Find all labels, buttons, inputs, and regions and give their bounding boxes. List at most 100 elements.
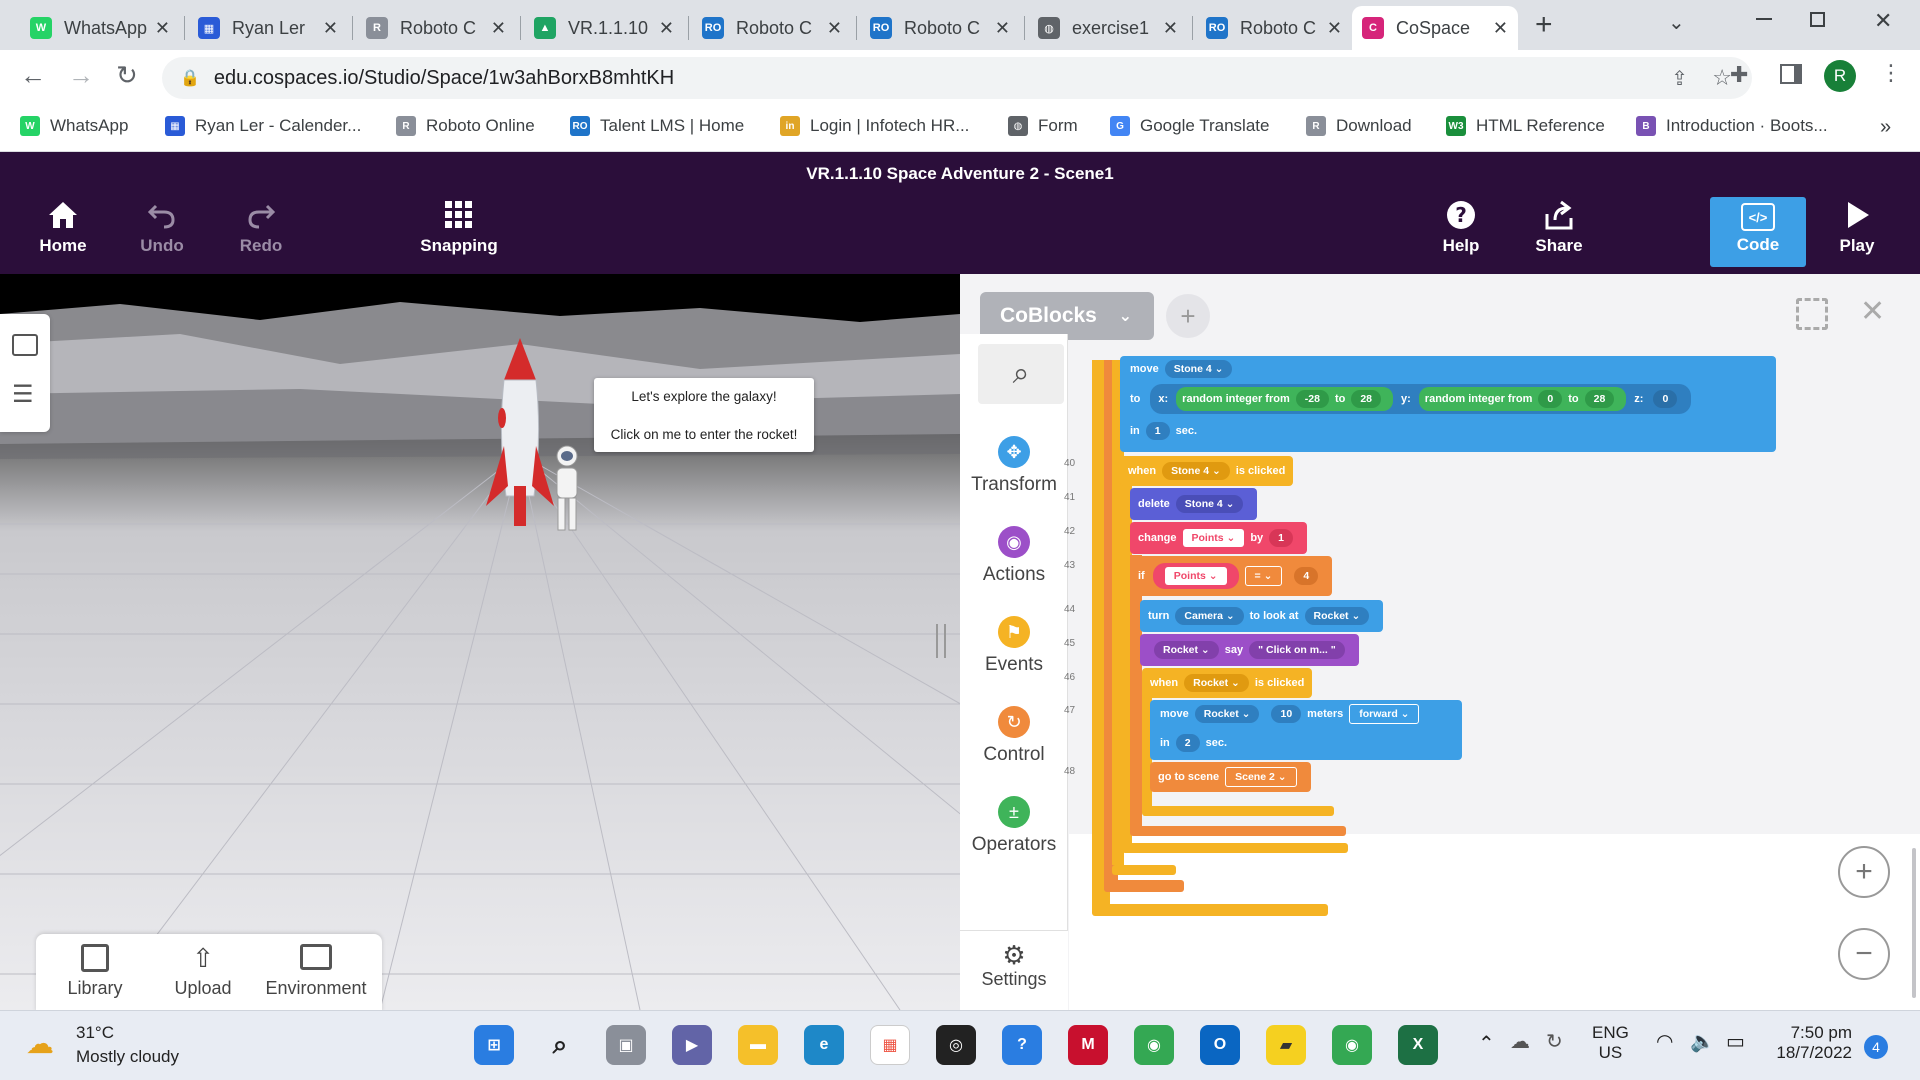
menu-icon[interactable]: ⋮ [1880, 60, 1902, 86]
scene-dropdown[interactable]: Scene 2 ⌄ [1225, 767, 1297, 787]
when-clicked-block[interactable]: when Stone 4 ⌄ is clicked [1120, 456, 1294, 486]
bookmark-calendar[interactable]: ▦ Ryan Ler - Calender... [165, 116, 361, 136]
wifi-icon[interactable]: ◠ [1656, 1029, 1673, 1054]
stone-dropdown[interactable]: Stone 4 ⌄ [1164, 360, 1233, 378]
teams-icon[interactable]: ▶ [672, 1025, 712, 1065]
close-tab-icon[interactable]: ✕ [323, 18, 338, 39]
task-view-icon[interactable]: ▣ [606, 1025, 646, 1065]
close-tab-icon[interactable]: ✕ [659, 18, 674, 39]
rocket-model[interactable] [480, 336, 560, 528]
variable-dropdown[interactable]: Points ⌄ [1164, 567, 1227, 585]
move-rocket-block[interactable]: move Rocket ⌄ 10 meters forward ⌄ in 2 s… [1150, 700, 1462, 760]
browser-tab-roboto-2[interactable]: RO Roboto C ✕ [692, 6, 852, 50]
clock[interactable]: 7:50 pm 18/7/2022 [1770, 1023, 1852, 1063]
reload-icon[interactable]: ↻ [116, 60, 138, 91]
number-input[interactable]: 10 [1271, 705, 1302, 723]
library-button[interactable]: Library [50, 944, 140, 999]
chrome-icon[interactable]: ◉ [1134, 1025, 1174, 1065]
operator-dropdown[interactable]: = ⌄ [1244, 566, 1283, 586]
browser-tab-roboto-3[interactable]: RO Roboto C ✕ [860, 6, 1020, 50]
bookmark-html-reference[interactable]: W3 HTML Reference [1446, 116, 1605, 136]
bookmark-download[interactable]: R Download [1306, 116, 1412, 136]
sticky-notes-icon[interactable]: ▰ [1266, 1025, 1306, 1065]
say-block[interactable]: Rocket ⌄ say " Click on m... " [1140, 634, 1359, 666]
outlook-icon[interactable]: O [1200, 1025, 1240, 1065]
number-input[interactable]: 28 [1351, 390, 1382, 408]
category-operators[interactable]: ± Operators [960, 796, 1068, 856]
close-window-icon[interactable]: ✕ [1874, 8, 1892, 34]
undo-button[interactable]: Undo [117, 200, 207, 256]
category-events[interactable]: ⚑ Events [960, 616, 1068, 676]
comparison-block[interactable]: Points ⌄ [1152, 563, 1239, 589]
bookmark-whatsapp[interactable]: W WhatsApp [20, 116, 128, 136]
volume-icon[interactable]: 🔈 [1690, 1029, 1715, 1054]
share-page-icon[interactable]: ⇪ [1671, 66, 1688, 91]
sync-icon[interactable]: ↻ [1546, 1029, 1563, 1054]
category-actions[interactable]: ◉ Actions [960, 526, 1068, 586]
go-to-scene-block[interactable]: go to scene Scene 2 ⌄ [1150, 762, 1311, 792]
number-input[interactable]: 2 [1175, 734, 1200, 752]
help-button[interactable]: ? Help [1416, 200, 1506, 256]
move-block[interactable]: move Stone 4 ⌄ to x: random integer from… [1120, 356, 1776, 452]
tab-search-icon[interactable]: ⌄ [1668, 10, 1685, 35]
more-bookmarks-button[interactable]: » [1880, 116, 1891, 139]
rocket-dropdown[interactable]: Rocket ⌄ [1194, 705, 1260, 723]
bookmark-bootstrap[interactable]: B Introduction · Boots... [1636, 116, 1828, 136]
random-x-block[interactable]: random integer from -28 to 28 [1176, 387, 1394, 411]
chevron-up-icon[interactable]: ⌃ [1478, 1031, 1495, 1056]
change-variable-block[interactable]: change Points ⌄ by 1 [1130, 522, 1308, 554]
direction-dropdown[interactable]: forward ⌄ [1349, 704, 1420, 724]
language-indicator[interactable]: ENG US [1592, 1023, 1629, 1063]
text-input[interactable]: " Click on m... " [1249, 641, 1345, 659]
start-icon[interactable]: ⊞ [474, 1025, 514, 1065]
new-tab-button[interactable]: + [1535, 8, 1553, 42]
close-tab-icon[interactable]: ✕ [491, 18, 506, 39]
stone-dropdown[interactable]: Stone 4 ⌄ [1162, 462, 1230, 480]
list-icon[interactable]: ☰ [12, 383, 34, 407]
mcafee-icon[interactable]: M [1068, 1025, 1108, 1065]
rocket-dropdown[interactable]: Rocket ⌄ [1304, 607, 1370, 625]
when-rocket-clicked-block[interactable]: when Rocket ⌄ is clicked [1142, 668, 1313, 698]
zoom-in-button[interactable]: + [1838, 846, 1890, 898]
workspace-scrollbar[interactable] [1912, 848, 1916, 998]
panel-resize-handle[interactable] [936, 624, 946, 658]
close-tab-icon[interactable]: ✕ [995, 18, 1010, 39]
browser-tab-drive[interactable]: ▲ VR.1.1.10 ✕ [524, 6, 684, 50]
zoom-out-button[interactable]: − [1838, 928, 1890, 980]
number-input[interactable]: 1 [1145, 422, 1170, 440]
edge-icon[interactable]: e [804, 1025, 844, 1065]
browser-tab-cospaces[interactable]: C CoSpace ✕ [1352, 6, 1518, 50]
close-tab-icon[interactable]: ✕ [1327, 18, 1342, 39]
number-input[interactable]: 1 [1269, 529, 1294, 547]
browser-tab-calendar[interactable]: ▦ Ryan Ler ✕ [188, 6, 348, 50]
category-control[interactable]: ↻ Control [960, 706, 1068, 766]
share-button[interactable]: Share [1514, 200, 1604, 256]
restore-icon[interactable] [1810, 12, 1825, 27]
browser-tab-exercise[interactable]: ◍ exercise1 ✕ [1028, 6, 1188, 50]
number-input[interactable]: 28 [1584, 390, 1615, 408]
code-button[interactable]: </> Code [1710, 197, 1806, 267]
notification-badge[interactable]: 4 [1864, 1035, 1888, 1059]
gallery-icon[interactable] [12, 334, 38, 356]
close-tab-icon[interactable]: ✕ [155, 18, 170, 39]
redo-button[interactable]: Redo [216, 200, 306, 256]
home-button[interactable]: Home [18, 200, 108, 256]
weather-icon[interactable]: ☁ [26, 1027, 54, 1060]
variable-dropdown[interactable]: Points ⌄ [1182, 529, 1245, 547]
chrome-profile-icon[interactable]: ◉ [1332, 1025, 1372, 1065]
play-button[interactable]: Play [1812, 200, 1902, 256]
browser-tab-roboto-4[interactable]: RO Roboto C ✕ [1196, 6, 1352, 50]
add-script-button[interactable]: + [1166, 294, 1210, 338]
forward-icon[interactable]: → [68, 60, 94, 91]
environment-button[interactable]: Environment [256, 944, 376, 999]
battery-icon[interactable]: ▭ [1726, 1029, 1745, 1054]
number-input[interactable]: -28 [1295, 390, 1329, 408]
stone-dropdown[interactable]: Stone 4 ⌄ [1175, 495, 1244, 513]
close-tab-icon[interactable]: ✕ [1493, 18, 1508, 39]
profile-avatar[interactable]: R [1824, 60, 1856, 92]
file-explorer-icon[interactable]: ▬ [738, 1025, 778, 1065]
bookmark-talent-lms[interactable]: RO Talent LMS | Home [570, 116, 744, 136]
rocket-dropdown[interactable]: Rocket ⌄ [1184, 674, 1249, 692]
browser-tab-whatsapp[interactable]: W WhatsApp ✕ [20, 6, 180, 50]
close-tab-icon[interactable]: ✕ [1163, 18, 1178, 39]
